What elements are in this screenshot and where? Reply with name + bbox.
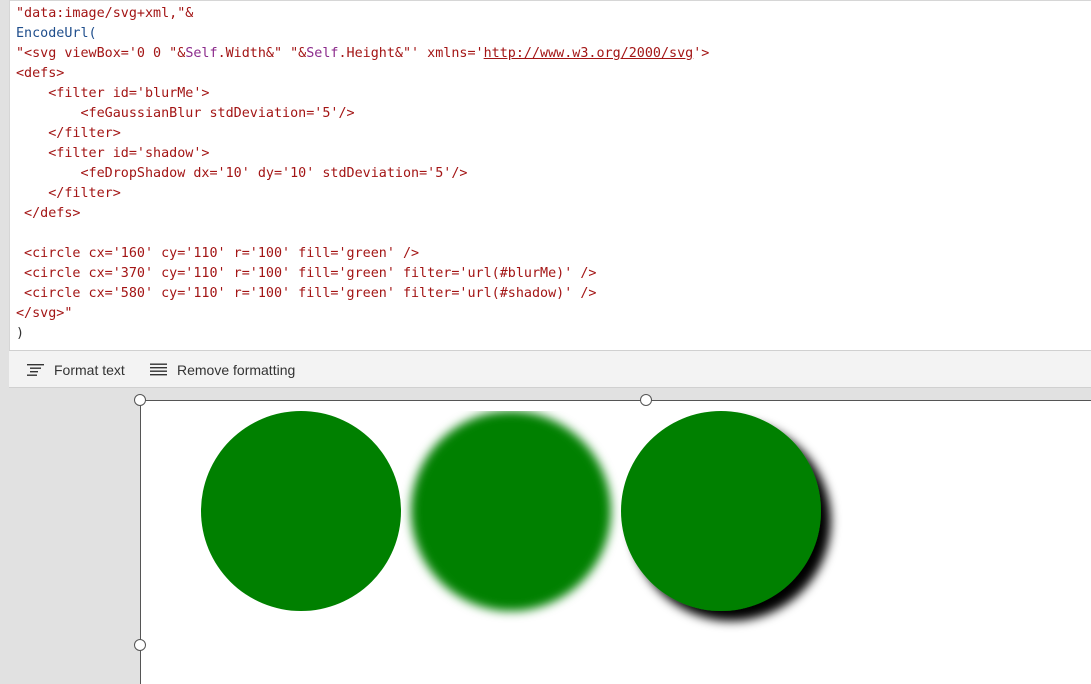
code-line[interactable]: <circle cx='160' cy='110' r='100' fill='… (16, 244, 709, 264)
code-line[interactable]: <feDropShadow dx='10' dy='10' stdDeviati… (16, 164, 709, 184)
formula-code[interactable]: "data:image/svg+xml,"& EncodeUrl( "<svg vi… (16, 4, 709, 344)
code-token: </filter> (16, 126, 121, 141)
image-control-preview[interactable] (140, 400, 1091, 684)
code-token: '> (693, 46, 710, 61)
code-token: <feGaussianBlur stdDeviation='5'/> (16, 106, 355, 121)
formula-editor[interactable]: "data:image/svg+xml,"& EncodeUrl( "<svg vi… (9, 0, 1091, 350)
remove-formatting-button[interactable]: Remove formatting (150, 351, 295, 388)
remove-formatting-label: Remove formatting (177, 361, 296, 378)
code-token: <circle cx='160' cy='110' r='100' fill='… (16, 246, 420, 261)
code-line[interactable]: <circle cx='580' cy='110' r='100' fill='… (16, 284, 709, 304)
code-line[interactable]: "data:image/svg+xml,"& (16, 4, 709, 24)
code-token: <defs> (16, 66, 65, 81)
code-token: Self (306, 46, 339, 61)
blurred-circle (411, 411, 611, 611)
code-token: EncodeUrl( (16, 26, 97, 41)
code-token: "<svg viewBox='0 0 "& (16, 46, 186, 61)
code-line[interactable]: <circle cx='370' cy='110' r='100' fill='… (16, 264, 709, 284)
code-token: </filter> (16, 186, 121, 201)
code-token: </defs> (16, 206, 81, 221)
code-line[interactable]: "<svg viewBox='0 0 "&Self.Width&" "&Self… (16, 44, 709, 64)
svg-preview (201, 411, 961, 646)
formula-toolbar: Format text Remove formatting (9, 350, 1091, 388)
code-token: ) (16, 326, 25, 341)
code-token: <circle cx='580' cy='110' r='100' fill='… (16, 286, 597, 301)
format-text-icon (27, 364, 44, 376)
code-token: <filter id='shadow'> (16, 146, 210, 161)
resize-handle-middle-left[interactable] (134, 639, 146, 651)
resize-handle-top-center[interactable] (640, 394, 652, 406)
code-line[interactable]: EncodeUrl( (16, 24, 709, 44)
remove-formatting-icon (150, 363, 167, 375)
resize-handle-top-left[interactable] (134, 394, 146, 406)
code-line[interactable]: <feGaussianBlur stdDeviation='5'/> (16, 104, 709, 124)
code-line[interactable] (16, 224, 709, 244)
code-token: "data:image/svg+xml,"& (16, 6, 194, 21)
format-text-label: Format text (54, 361, 125, 378)
code-link[interactable]: http://www.w3.org/2000/svg (484, 46, 694, 61)
code-token: .Width&" "& (217, 46, 307, 61)
code-line[interactable]: <filter id='shadow'> (16, 144, 709, 164)
code-token: <feDropShadow dx='10' dy='10' stdDeviati… (16, 166, 468, 181)
code-line[interactable]: <defs> (16, 64, 709, 84)
code-line[interactable]: </filter> (16, 184, 709, 204)
code-token: <circle cx='370' cy='110' r='100' fill='… (16, 266, 597, 281)
code-line[interactable]: ) (16, 324, 709, 344)
code-token: </svg>" (16, 306, 73, 321)
plain-circle (201, 411, 401, 611)
code-line[interactable]: </defs> (16, 204, 709, 224)
code-line[interactable]: <filter id='blurMe'> (16, 84, 709, 104)
code-line[interactable]: </svg>" (16, 304, 709, 324)
shadow-circle (621, 411, 821, 611)
code-line[interactable]: </filter> (16, 124, 709, 144)
code-token: <filter id='blurMe'> (16, 86, 210, 101)
code-token: Self (185, 46, 218, 61)
format-text-button[interactable]: Format text (27, 351, 125, 388)
code-token: .Height&"' xmlns=' (338, 46, 484, 61)
